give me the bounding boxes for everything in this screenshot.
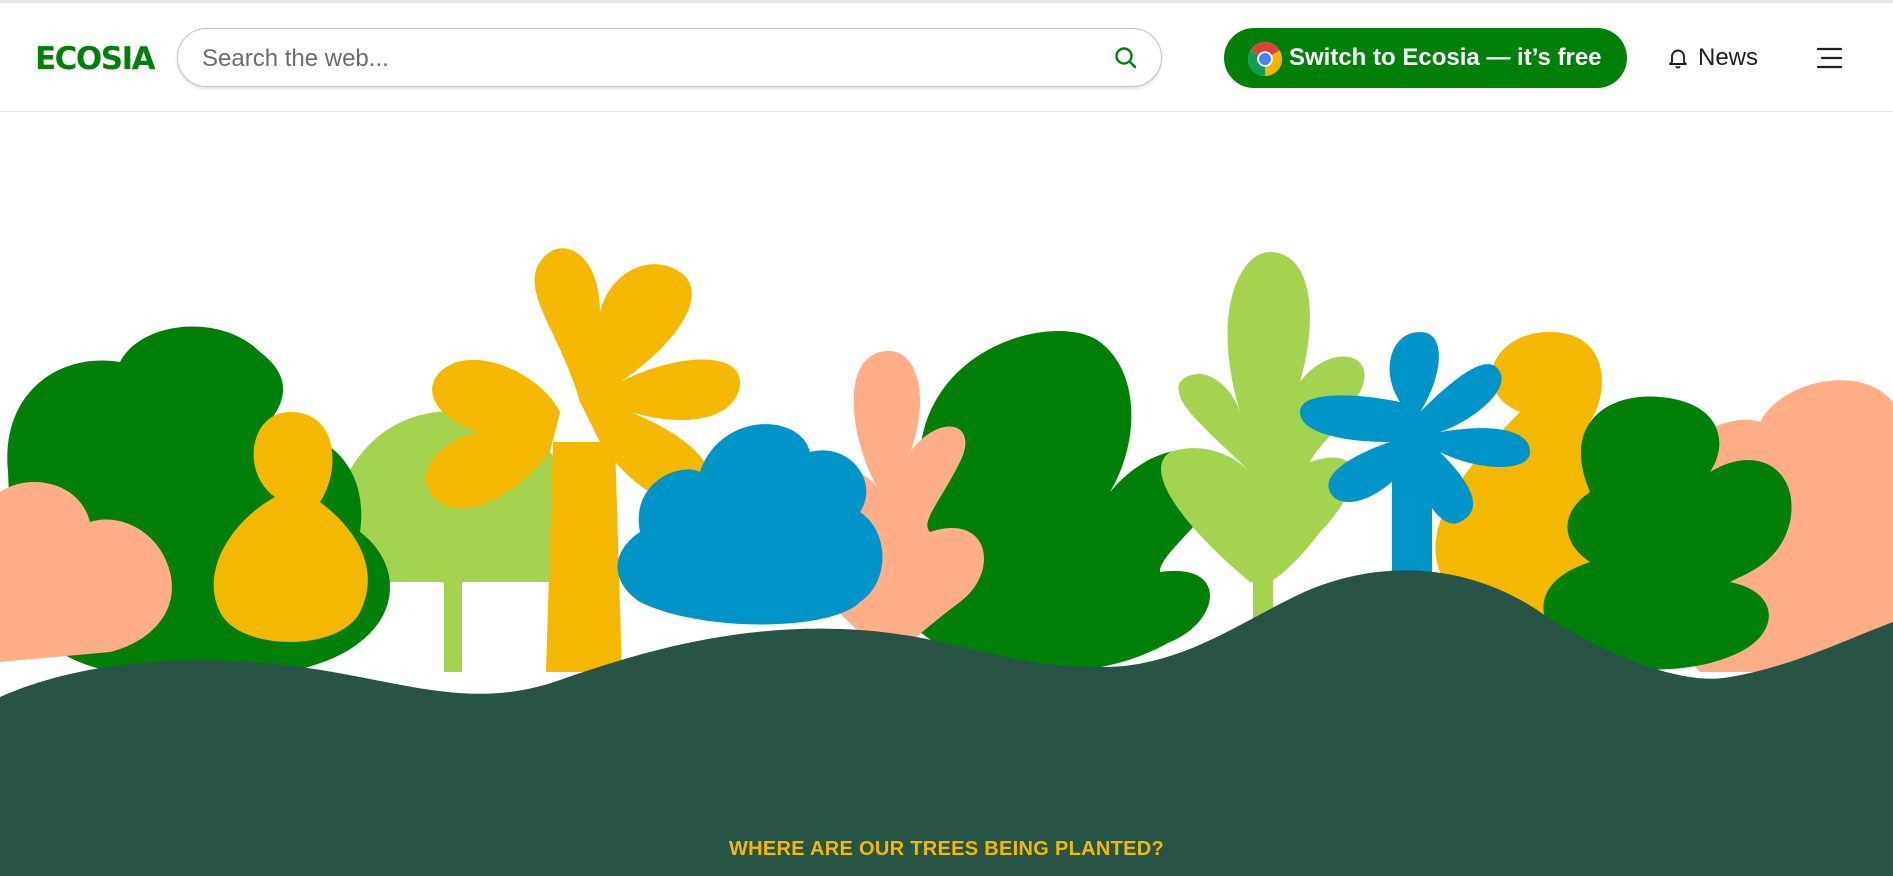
switch-to-ecosia-button[interactable]: Switch to Ecosia — it’s free bbox=[1224, 28, 1627, 88]
news-link[interactable]: News bbox=[1667, 32, 1767, 84]
ecosia-logo[interactable]: ECOSIA bbox=[35, 41, 156, 77]
site-header: ECOSIA Switch to Ecosia — it’s free News bbox=[0, 3, 1893, 112]
search-input[interactable] bbox=[200, 29, 1084, 88]
trees-section-heading: WHERE ARE OUR TREES BEING PLANTED? bbox=[728, 838, 1165, 860]
search-icon[interactable] bbox=[1113, 45, 1139, 71]
switch-button-label: Switch to Ecosia — it’s free bbox=[1289, 44, 1602, 71]
search-box[interactable] bbox=[177, 28, 1162, 88]
bell-icon bbox=[1669, 49, 1687, 69]
chrome-icon bbox=[1248, 42, 1282, 76]
tree-green-center bbox=[896, 331, 1221, 682]
trees-illustration bbox=[0, 248, 1893, 876]
news-label: News bbox=[1698, 44, 1759, 71]
hamburger-menu-icon[interactable] bbox=[1812, 43, 1846, 73]
